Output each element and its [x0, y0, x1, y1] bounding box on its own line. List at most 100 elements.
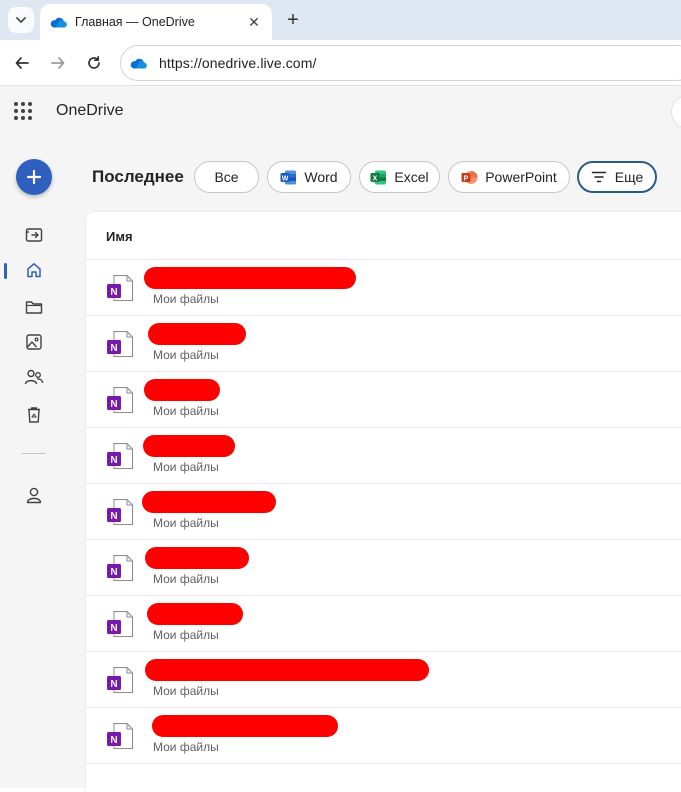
onenote-icon: N: [107, 387, 133, 413]
left-rail: [0, 136, 68, 788]
browser-tab-bar: Главная — OneDrive ✕ +: [0, 0, 681, 40]
file-name-redacted: [148, 323, 246, 345]
app-header: OneDrive: [0, 86, 681, 136]
svg-text:N: N: [110, 567, 117, 578]
file-row[interactable]: N Мои файлы: [86, 260, 681, 316]
file-name-redacted: [152, 715, 338, 737]
close-tab-icon[interactable]: ✕: [244, 12, 264, 32]
address-bar[interactable]: https://onedrive.live.com/: [120, 45, 681, 81]
rail-divider: [22, 453, 46, 454]
svg-text:N: N: [110, 623, 117, 634]
filter-word-label: Word: [304, 169, 338, 185]
file-name-redacted: [147, 603, 243, 625]
filter-excel-button[interactable]: X Excel: [359, 161, 440, 193]
filter-powerpoint-label: PowerPoint: [485, 169, 557, 185]
file-name-redacted: [142, 491, 276, 513]
file-location: Мои файлы: [153, 516, 219, 530]
file-row[interactable]: N Мои файлы: [86, 484, 681, 540]
folder-icon: [25, 301, 43, 314]
svg-text:X: X: [373, 175, 378, 182]
active-indicator: [4, 263, 7, 279]
rail-item-shared[interactable]: [22, 223, 46, 247]
filter-more-label: Еще: [614, 169, 644, 185]
create-new-button[interactable]: [16, 159, 52, 195]
onedrive-cloud-icon: [129, 54, 147, 72]
people-icon: [24, 369, 44, 385]
file-name-redacted: [143, 435, 235, 457]
file-location: Мои файлы: [153, 460, 219, 474]
column-header-row: Имя: [86, 212, 681, 260]
svg-text:N: N: [110, 287, 117, 298]
rail-item-shared-with-me[interactable]: [22, 365, 46, 389]
rail-item-account[interactable]: [22, 483, 46, 507]
browser-tab[interactable]: Главная — OneDrive ✕: [40, 4, 272, 40]
arrow-left-icon: [15, 57, 29, 69]
onenote-icon: N: [107, 723, 133, 749]
svg-text:P: P: [464, 175, 469, 182]
file-row[interactable]: N Мои файлы: [86, 540, 681, 596]
file-row[interactable]: N Мои файлы: [86, 596, 681, 652]
back-button[interactable]: [9, 50, 35, 76]
file-row[interactable]: N Мои файлы: [86, 652, 681, 708]
column-header-name[interactable]: Имя: [106, 229, 133, 244]
app-name[interactable]: OneDrive: [56, 102, 124, 120]
tab-search-button[interactable]: [8, 7, 34, 33]
file-row[interactable]: N Мои файлы: [86, 708, 681, 764]
onenote-icon: N: [107, 611, 133, 637]
rail-item-photos[interactable]: [22, 330, 46, 354]
svg-text:N: N: [110, 455, 117, 466]
file-location: Мои файлы: [153, 572, 219, 586]
svg-text:W: W: [282, 175, 289, 182]
reload-icon: [88, 55, 100, 69]
powerpoint-icon: P: [461, 169, 478, 186]
chevron-down-icon: [16, 17, 26, 23]
shared-icon: [25, 228, 43, 242]
forward-button[interactable]: [45, 50, 71, 76]
onenote-icon: N: [107, 443, 133, 469]
file-location: Мои файлы: [153, 348, 219, 362]
filter-word-button[interactable]: W Word: [267, 161, 351, 193]
filter-excel-label: Excel: [394, 169, 429, 185]
filter-all-button[interactable]: Все: [194, 161, 259, 193]
file-name-redacted: [144, 379, 220, 401]
reload-button[interactable]: [81, 50, 107, 76]
onenote-icon: N: [107, 667, 133, 693]
file-name-redacted: [145, 659, 429, 681]
onenote-icon: N: [107, 555, 133, 581]
svg-text:N: N: [110, 343, 117, 354]
file-list: Имя N Мои файлы N Мои файлы N Мои файлы N Мои ф…: [86, 212, 681, 792]
file-location: Мои файлы: [153, 292, 219, 306]
rail-item-recycle-bin[interactable]: [22, 403, 46, 427]
svg-text:N: N: [110, 735, 117, 746]
file-location: Мои файлы: [153, 628, 219, 642]
file-row[interactable]: N Мои файлы: [86, 316, 681, 372]
plus-icon: [26, 169, 42, 185]
photos-icon: [26, 334, 42, 350]
file-name-redacted: [145, 547, 249, 569]
onenote-icon: N: [107, 331, 133, 357]
filter-all-label: Все: [214, 169, 239, 185]
onenote-icon: N: [107, 275, 133, 301]
svg-text:N: N: [110, 511, 117, 522]
recycle-bin-icon: [28, 407, 40, 423]
file-location: Мои файлы: [153, 684, 219, 698]
svg-text:N: N: [110, 679, 117, 690]
excel-icon: X: [370, 169, 387, 186]
word-icon: W: [280, 169, 297, 186]
filter-more-button[interactable]: Еще: [577, 161, 657, 193]
app-launcher-icon[interactable]: [14, 102, 32, 120]
onenote-icon: N: [107, 499, 133, 525]
home-icon: [27, 263, 41, 278]
file-row[interactable]: N Мои файлы: [86, 372, 681, 428]
tab-title: Главная — OneDrive: [75, 15, 195, 29]
rail-item-my-files[interactable]: [22, 295, 46, 319]
header-search-box[interactable]: [671, 95, 681, 129]
rail-item-home[interactable]: [22, 258, 46, 282]
page-title: Последнее: [92, 167, 184, 186]
address-url: https://onedrive.live.com/: [159, 55, 317, 71]
filter-powerpoint-button[interactable]: P PowerPoint: [448, 161, 570, 193]
account-icon: [26, 487, 42, 504]
new-tab-button[interactable]: +: [282, 9, 304, 31]
arrow-right-icon: [51, 57, 65, 69]
file-row[interactable]: N Мои файлы: [86, 428, 681, 484]
